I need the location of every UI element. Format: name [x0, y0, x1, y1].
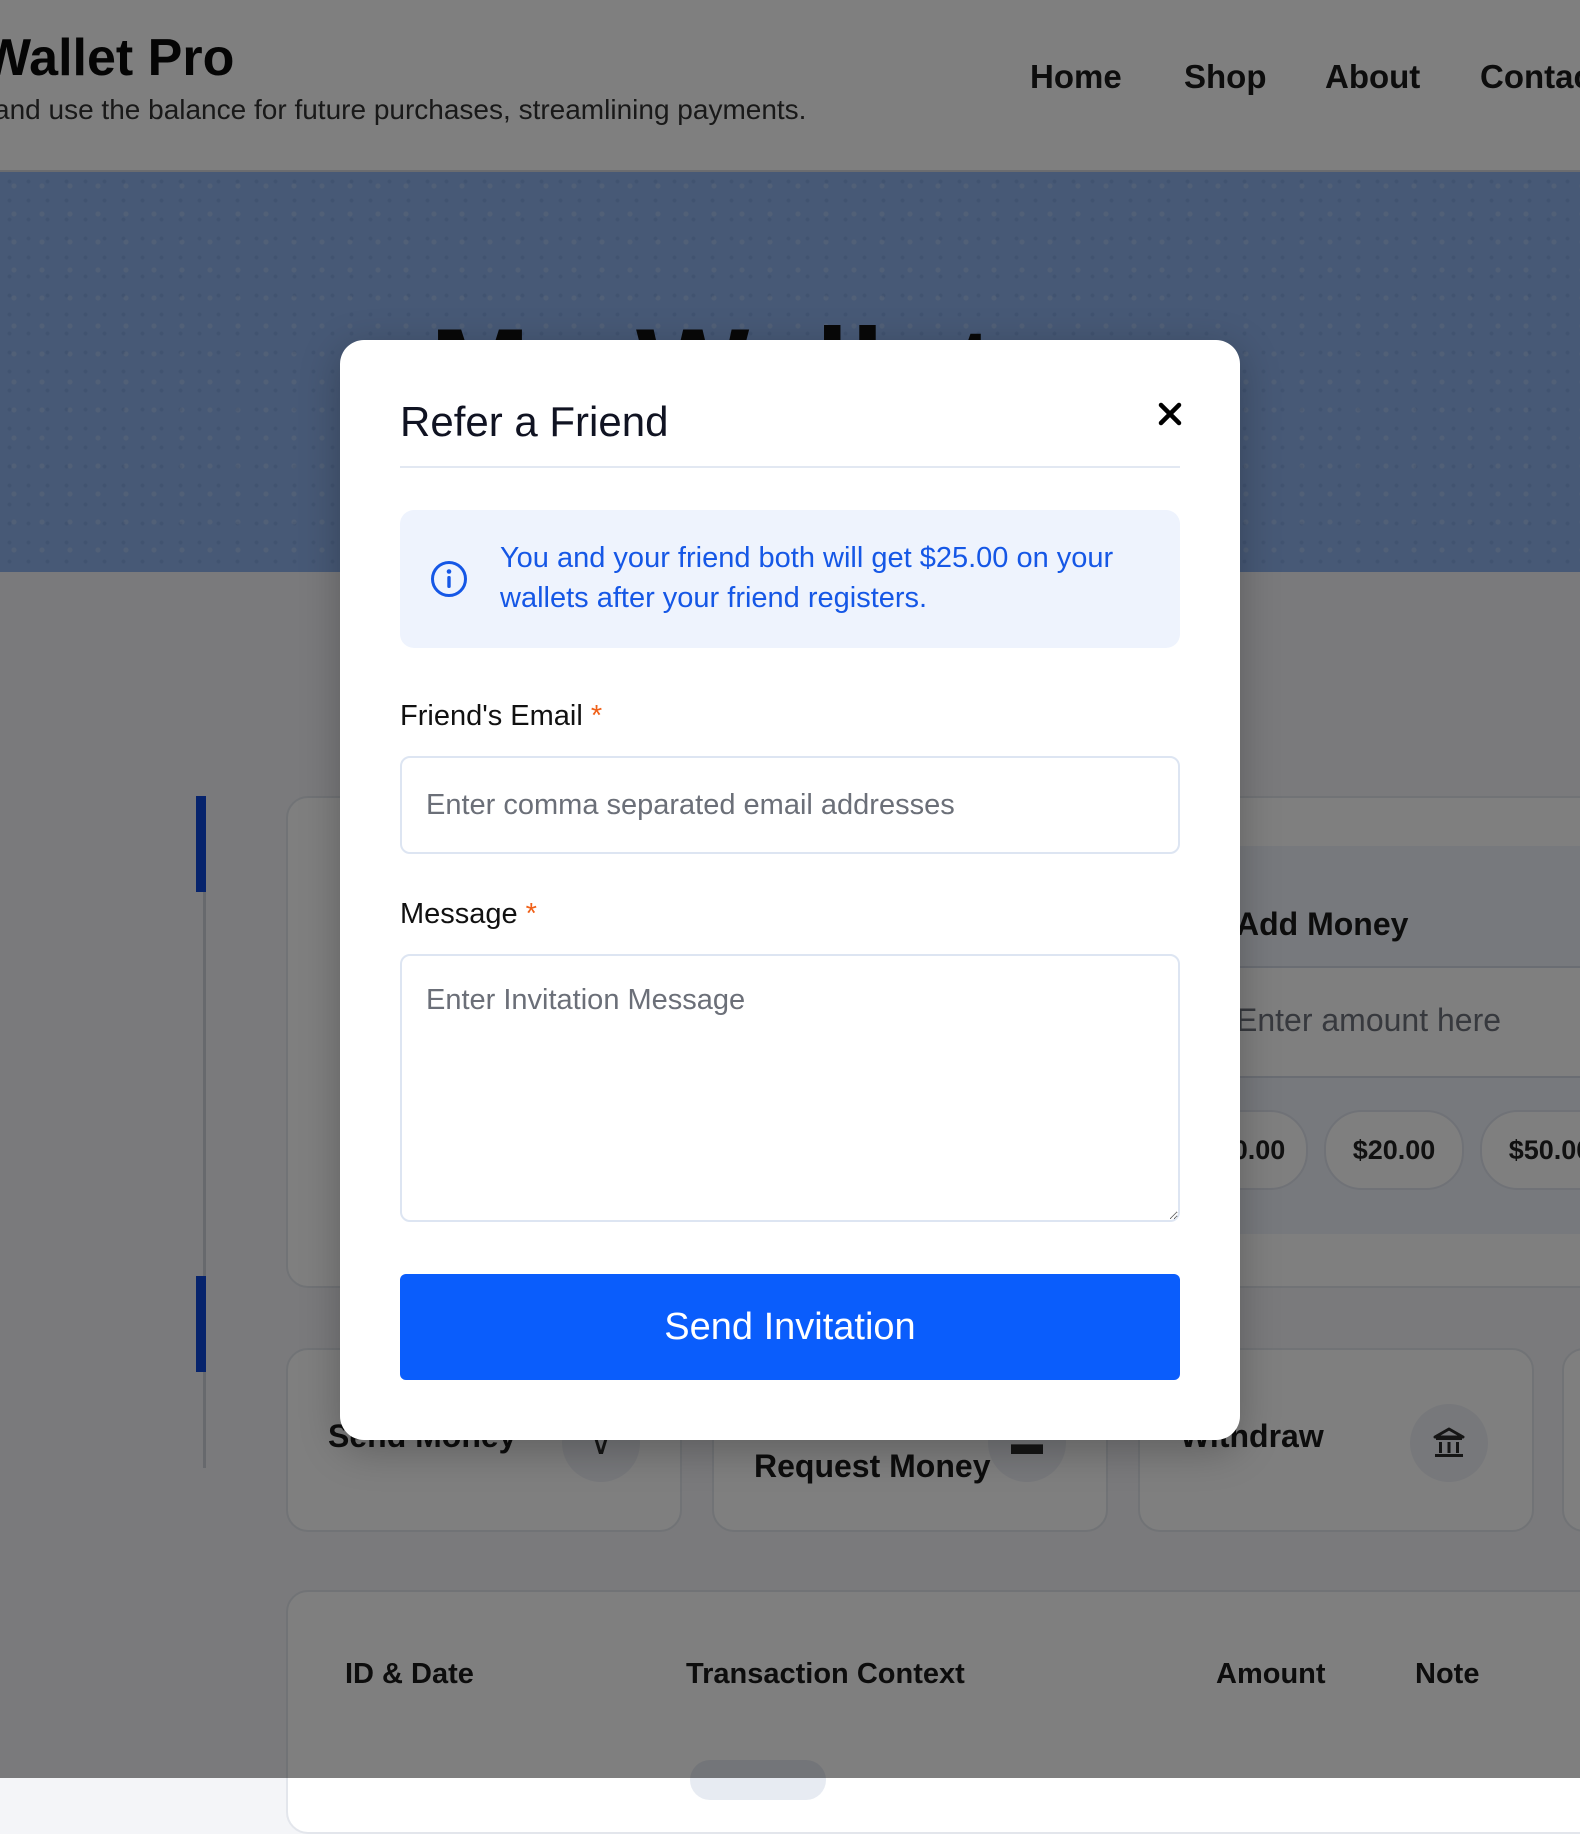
close-button[interactable]	[1148, 392, 1192, 436]
send-invitation-button[interactable]: Send Invitation	[400, 1274, 1180, 1380]
close-icon	[1158, 402, 1182, 426]
message-label: Message *	[400, 898, 537, 931]
email-label-text: Friend's Email	[400, 700, 583, 732]
modal-title: Refer a Friend	[400, 398, 669, 445]
required-mark: *	[525, 898, 537, 930]
message-label-text: Message	[400, 898, 518, 930]
email-label: Friend's Email *	[400, 700, 602, 733]
message-field[interactable]	[400, 954, 1180, 1222]
info-icon	[431, 561, 467, 597]
email-field[interactable]	[400, 756, 1180, 854]
refer-friend-modal: Refer a Friend You and your friend both …	[340, 340, 1240, 1440]
info-text: You and your friend both will get $25.00…	[500, 542, 1114, 614]
info-alert: You and your friend both will get $25.00…	[400, 510, 1180, 648]
required-mark: *	[590, 700, 603, 732]
modal-divider	[400, 466, 1180, 468]
